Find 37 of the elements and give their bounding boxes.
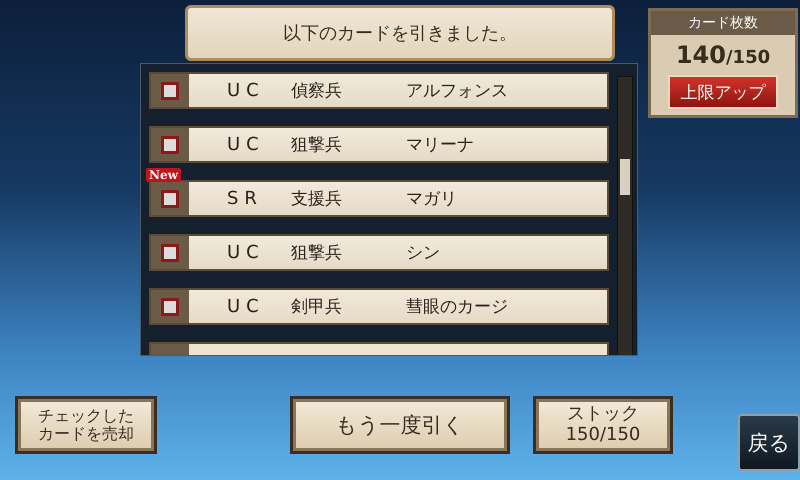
card-row[interactable]: UC 剣甲兵 彗眼のカージ	[149, 288, 610, 325]
card-class: 支援兵	[291, 188, 343, 210]
card-class: 剣甲兵	[291, 296, 343, 318]
card-checkbox[interactable]	[161, 82, 179, 100]
card-class: 狙撃兵	[291, 134, 343, 156]
card-checkbox[interactable]	[161, 190, 179, 208]
card-checkbox[interactable]	[161, 136, 179, 154]
raise-limit-button[interactable]: 上限アップ	[668, 75, 778, 109]
card-name: アルフォンス	[406, 80, 508, 102]
card-row[interactable]: UC 偵察兵 アルフォンス	[149, 72, 610, 109]
draw-again-button[interactable]: もう一度引く	[290, 396, 510, 454]
card-count-label: カード枚数	[651, 11, 795, 35]
card-name: マリーナ	[406, 134, 474, 156]
card-row[interactable]: SR 支援兵 マガリ	[149, 180, 610, 217]
card-name: マガリ	[406, 188, 457, 210]
card-name: シン	[406, 242, 440, 264]
sell-checked-button[interactable]: チェックした カードを売却	[15, 396, 157, 454]
card-class: 偵察兵	[291, 80, 343, 102]
card-rarity: UC	[227, 296, 266, 317]
back-button[interactable]: 戻る	[738, 414, 800, 471]
card-rarity: SR	[227, 188, 264, 209]
result-banner: 以下のカードを引きました。	[185, 5, 615, 61]
scrollbar-thumb[interactable]	[620, 159, 630, 195]
card-row[interactable]: UC 狙撃兵 マリーナ	[149, 126, 610, 163]
card-name: 彗眼のカージ	[406, 296, 508, 318]
stock-button[interactable]: ストック 150/150	[533, 396, 673, 454]
card-max: /150	[726, 47, 770, 68]
card-checkbox[interactable]	[161, 244, 179, 262]
scrollbar[interactable]	[617, 76, 633, 355]
card-count: 140	[676, 41, 726, 69]
new-badge: New	[146, 168, 181, 182]
card-class: 狙撃兵	[291, 242, 343, 264]
card-checkbox[interactable]	[161, 298, 179, 316]
card-rarity: UC	[227, 134, 266, 155]
card-row[interactable]: UC 狙撃兵 シン	[149, 234, 610, 271]
card-rarity: UC	[227, 80, 266, 101]
card-rarity: UC	[227, 242, 266, 263]
